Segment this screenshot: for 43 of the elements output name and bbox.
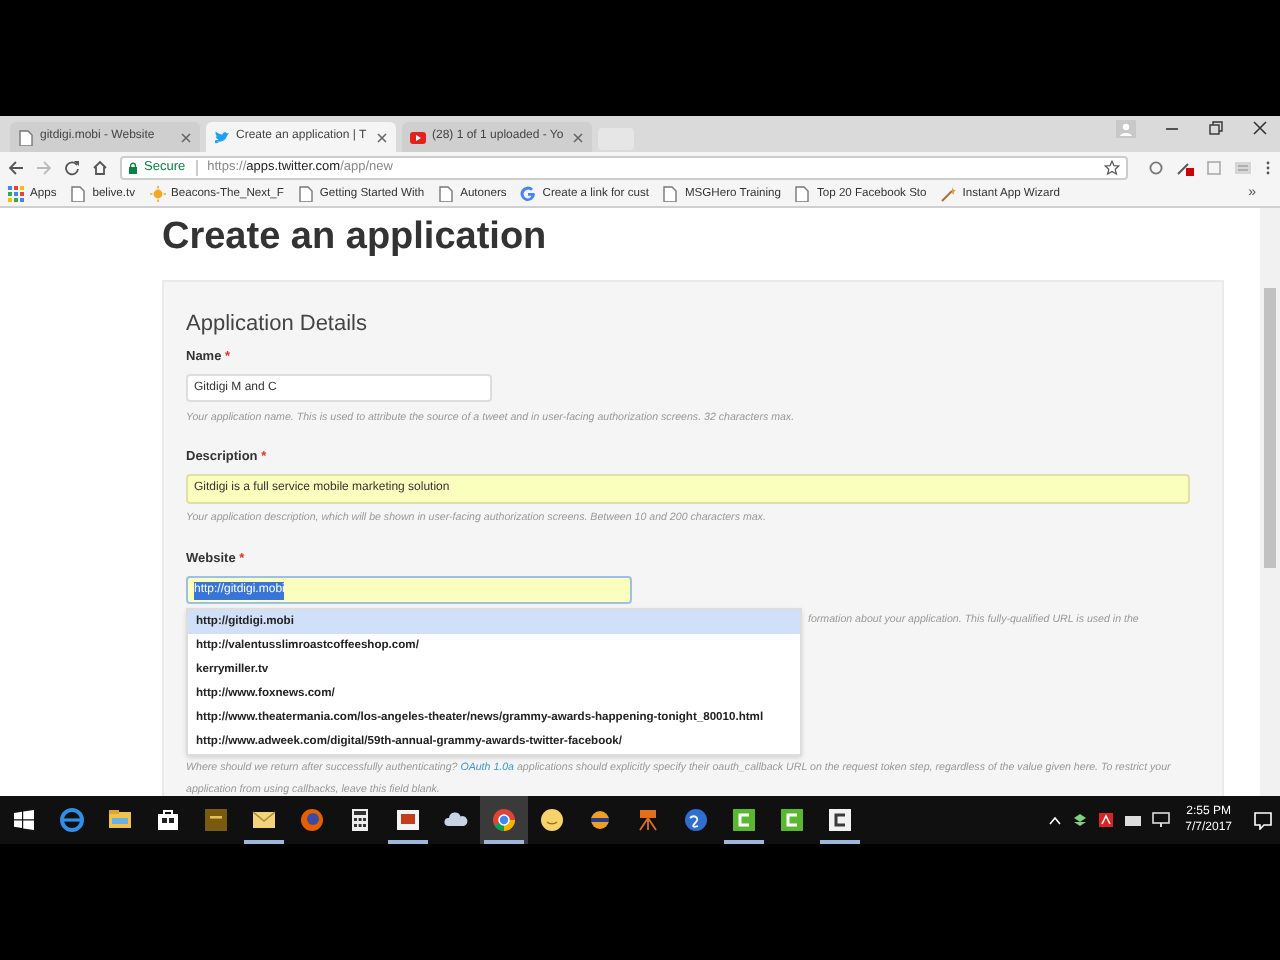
envelope-icon xyxy=(252,808,276,832)
box-icon[interactable] xyxy=(1071,812,1088,828)
slides-icon xyxy=(396,808,420,832)
folder-icon xyxy=(108,808,132,832)
back-icon[interactable] xyxy=(8,159,24,175)
reload-icon[interactable] xyxy=(64,159,80,175)
section-title: Application Details xyxy=(186,310,369,338)
smiley-icon xyxy=(540,808,564,832)
app-icon xyxy=(204,808,228,832)
chrome-icon xyxy=(492,808,516,832)
restore-icon[interactable] xyxy=(1208,120,1224,136)
bird-icon xyxy=(214,129,230,145)
page-heading: Create an application xyxy=(162,214,549,262)
cloud-icon xyxy=(444,808,468,832)
calculator-icon xyxy=(348,808,372,832)
monitor-icon[interactable] xyxy=(1151,812,1170,828)
windows-icon[interactable] xyxy=(14,810,34,830)
camtasia-icon xyxy=(732,808,756,832)
taskbar-app[interactable] xyxy=(480,796,528,844)
home-icon[interactable] xyxy=(92,159,108,175)
recorder-icon xyxy=(828,808,852,832)
network-icon[interactable] xyxy=(1123,812,1142,828)
chevron-up-icon[interactable] xyxy=(1047,813,1062,827)
camera-tripod-icon xyxy=(636,808,660,832)
grid-icon xyxy=(8,186,24,202)
play-icon xyxy=(410,129,426,145)
menu-icon[interactable] xyxy=(1264,159,1272,175)
globe-icon xyxy=(300,808,324,832)
wand-icon xyxy=(940,186,957,202)
lock-icon xyxy=(128,161,138,173)
close-icon[interactable] xyxy=(376,131,388,143)
notification-icon[interactable] xyxy=(1254,811,1272,829)
star-icon[interactable] xyxy=(1104,159,1120,175)
sphere-icon xyxy=(684,808,708,832)
close-icon[interactable] xyxy=(1252,120,1268,136)
scrollbar[interactable] xyxy=(1260,208,1280,796)
sun-icon xyxy=(149,186,165,202)
ball-icon xyxy=(588,808,612,832)
browser-icon xyxy=(60,808,84,832)
google-icon xyxy=(520,186,537,202)
camtasia-icon xyxy=(780,808,804,832)
page-icon xyxy=(18,129,34,145)
bag-icon xyxy=(156,808,180,832)
